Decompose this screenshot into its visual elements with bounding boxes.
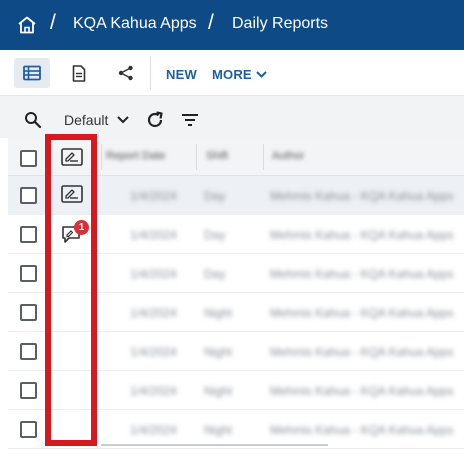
table-row[interactable]: 1/4/2024 Night Mehmis Kahua - KQA Kahua … bbox=[8, 332, 464, 371]
row-checkbox[interactable] bbox=[20, 304, 37, 321]
table-row[interactable]: 1/4/2024 Night Mehmis Kahua - KQA Kahua … bbox=[8, 371, 464, 410]
table-row[interactable]: 1 1/4/2024 Day Mehmis Kahua - KQA Kahua … bbox=[8, 215, 464, 254]
search-icon[interactable] bbox=[24, 111, 42, 129]
cell-shift: Day bbox=[204, 267, 226, 281]
cell-author: Mehmis Kahua - KQA Kahua Apps bbox=[270, 345, 454, 359]
view-bar: Default bbox=[0, 102, 464, 138]
cell-author: Mehmis Kahua - KQA Kahua Apps bbox=[270, 189, 454, 203]
report-icon[interactable] bbox=[61, 185, 83, 203]
column-divider bbox=[101, 144, 102, 170]
breadcrumb-item-page[interactable]: Daily Reports bbox=[232, 15, 328, 33]
column-divider bbox=[196, 144, 197, 170]
grid-header-row: Report Date Shift Author bbox=[8, 138, 464, 176]
cell-report-date: 1/4/2024 bbox=[130, 228, 177, 242]
cell-shift: Night bbox=[204, 345, 233, 359]
cell-report-date: 1/4/2024 bbox=[130, 267, 177, 281]
cell-report-date: 1/4/2024 bbox=[130, 423, 177, 437]
new-button[interactable]: NEW bbox=[166, 67, 197, 82]
row-checkbox[interactable] bbox=[20, 187, 37, 204]
cell-report-date: 1/4/2024 bbox=[130, 189, 177, 203]
list-view-icon bbox=[23, 65, 41, 81]
refresh-icon[interactable] bbox=[146, 111, 164, 129]
cell-author: Mehmis Kahua - KQA Kahua Apps bbox=[270, 306, 454, 320]
cell-author: Mehmis Kahua - KQA Kahua Apps bbox=[270, 423, 454, 437]
row-checkbox[interactable] bbox=[20, 421, 37, 438]
cell-shift: Day bbox=[204, 189, 226, 203]
reports-grid: Report Date Shift Author 1/4/2024 Day Me… bbox=[8, 138, 464, 449]
cell-shift: Day bbox=[204, 228, 226, 242]
cell-shift: Night bbox=[204, 306, 233, 320]
breadcrumb-item-app[interactable]: KQA Kahua Apps bbox=[73, 15, 197, 33]
toolbar-divider bbox=[150, 56, 151, 90]
cell-shift: Night bbox=[204, 384, 233, 398]
cell-author: Mehmis Kahua - KQA Kahua Apps bbox=[270, 384, 454, 398]
cell-shift: Night bbox=[204, 423, 233, 437]
share-button[interactable] bbox=[108, 58, 144, 88]
cell-report-date: 1/4/2024 bbox=[130, 306, 177, 320]
more-button[interactable]: MORE bbox=[212, 67, 267, 82]
cell-report-date: 1/4/2024 bbox=[130, 345, 177, 359]
notification-badge: 1 bbox=[74, 220, 89, 235]
chevron-down-icon bbox=[256, 71, 267, 78]
more-button-label: MORE bbox=[212, 67, 252, 82]
filter-icon[interactable] bbox=[181, 113, 199, 127]
table-row[interactable]: 1/4/2024 Night Mehmis Kahua - KQA Kahua … bbox=[8, 293, 464, 332]
column-header-shift[interactable]: Shift bbox=[206, 150, 228, 162]
cell-report-date: 1/4/2024 bbox=[130, 384, 177, 398]
table-row[interactable]: 1/4/2024 Day Mehmis Kahua - KQA Kahua Ap… bbox=[8, 176, 464, 215]
view-selector[interactable]: Default bbox=[64, 112, 129, 128]
cell-author: Mehmis Kahua - KQA Kahua Apps bbox=[270, 228, 454, 242]
chevron-down-icon bbox=[117, 116, 129, 124]
column-header-report-date[interactable]: Report Date bbox=[106, 150, 165, 162]
toolbar: NEW MORE bbox=[0, 50, 464, 96]
row-checkbox[interactable] bbox=[20, 343, 37, 360]
row-checkbox[interactable] bbox=[20, 226, 37, 243]
column-header-author[interactable]: Author bbox=[272, 150, 304, 162]
table-row[interactable]: 1/4/2024 Day Mehmis Kahua - KQA Kahua Ap… bbox=[8, 254, 464, 293]
share-icon bbox=[118, 65, 133, 81]
cell-author: Mehmis Kahua - KQA Kahua Apps bbox=[270, 267, 454, 281]
report-icon bbox=[61, 148, 83, 166]
select-all-checkbox[interactable] bbox=[20, 150, 37, 167]
row-checkbox[interactable] bbox=[20, 382, 37, 399]
document-view-button[interactable] bbox=[61, 58, 97, 88]
row-checkbox[interactable] bbox=[20, 265, 37, 282]
horizontal-scrollbar[interactable] bbox=[101, 444, 328, 446]
document-icon bbox=[72, 64, 86, 82]
home-icon[interactable] bbox=[17, 16, 37, 34]
view-selector-label: Default bbox=[64, 112, 109, 128]
top-nav-bar: / KQA Kahua Apps / Daily Reports bbox=[0, 0, 464, 50]
list-view-button[interactable] bbox=[14, 58, 50, 88]
breadcrumb-separator: / bbox=[208, 11, 214, 34]
breadcrumb-separator: / bbox=[50, 11, 56, 34]
column-divider bbox=[263, 144, 264, 170]
